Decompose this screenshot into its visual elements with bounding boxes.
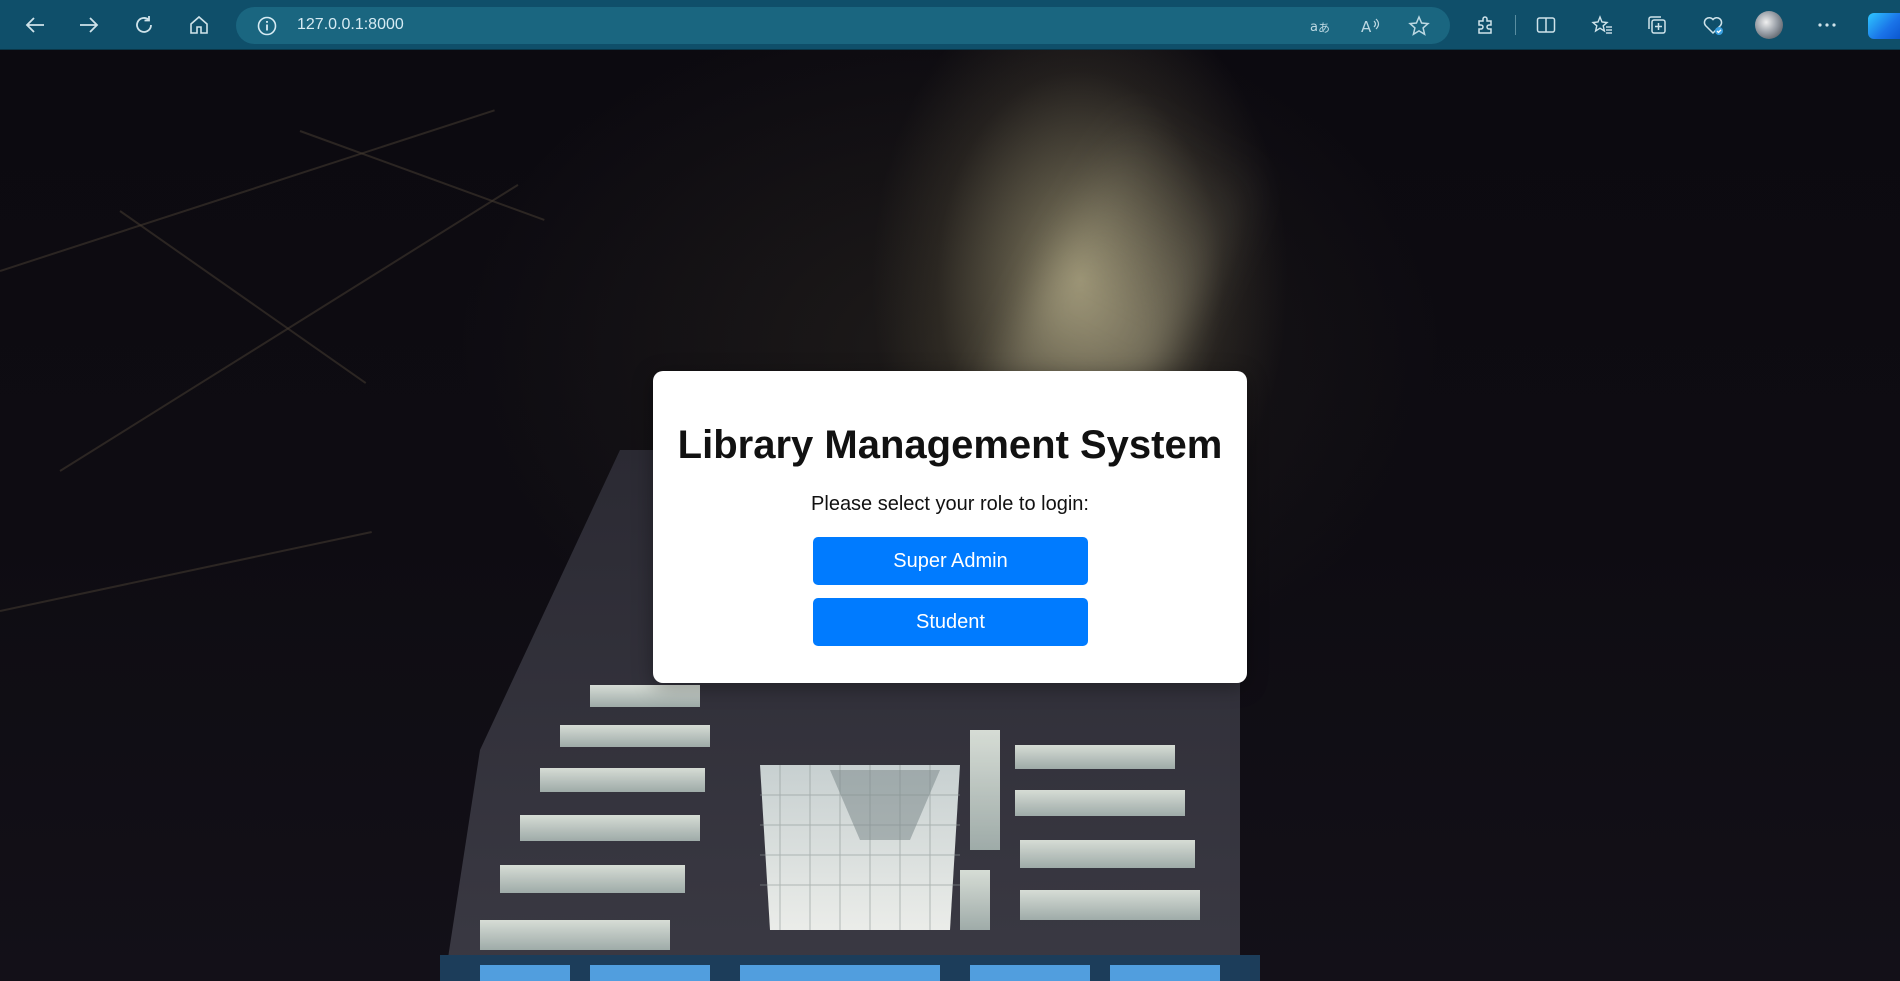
svg-text:あ: あ — [1318, 21, 1330, 35]
role-prompt: Please select your role to login: — [811, 493, 1089, 515]
url-text[interactable]: 127.0.0.1:8000 — [297, 16, 404, 34]
login-card: Library Management System Please select … — [653, 371, 1247, 683]
page-title: Library Management System — [677, 423, 1223, 467]
super-admin-button[interactable]: Super Admin — [813, 537, 1088, 585]
back-button[interactable] — [16, 6, 54, 44]
home-button[interactable] — [180, 6, 218, 44]
svg-text:A: A — [1361, 18, 1372, 36]
refresh-icon — [136, 16, 152, 33]
copilot-icon[interactable] — [1868, 13, 1900, 39]
site-info-icon[interactable] — [256, 15, 278, 37]
forward-icon — [80, 17, 99, 33]
favorites-icon — [1591, 15, 1612, 34]
home-icon — [190, 15, 208, 34]
toolbar-separator — [1515, 15, 1516, 35]
forward-button[interactable] — [70, 6, 108, 44]
student-button[interactable]: Student — [813, 598, 1088, 646]
more-menu-icon — [1818, 23, 1836, 27]
address-bar[interactable]: 127.0.0.1:8000 a あ A — [236, 7, 1450, 44]
refresh-button[interactable] — [125, 6, 163, 44]
browser-essentials-button[interactable] — [1694, 6, 1732, 44]
tree-branch — [0, 531, 372, 612]
browser-toolbar: 127.0.0.1:8000 a あ A — [0, 0, 1900, 50]
translate-icon[interactable]: a あ — [1309, 15, 1331, 37]
more-menu-button[interactable] — [1808, 6, 1846, 44]
tree-branch — [299, 130, 545, 221]
read-aloud-icon[interactable]: A — [1360, 15, 1382, 37]
favorite-star-icon[interactable] — [1408, 15, 1430, 37]
back-icon — [25, 17, 44, 33]
collections-icon — [1648, 16, 1666, 34]
profile-avatar[interactable] — [1755, 11, 1783, 39]
browser-essentials-icon — [1703, 17, 1723, 35]
split-screen-button[interactable] — [1527, 6, 1565, 44]
extensions-button[interactable] — [1466, 6, 1504, 44]
svg-text:a: a — [1310, 20, 1318, 35]
tree-branch — [0, 109, 495, 272]
extensions-icon — [1478, 16, 1492, 34]
favorites-button[interactable] — [1583, 6, 1621, 44]
collections-button[interactable] — [1638, 6, 1676, 44]
split-screen-icon — [1536, 17, 1556, 33]
